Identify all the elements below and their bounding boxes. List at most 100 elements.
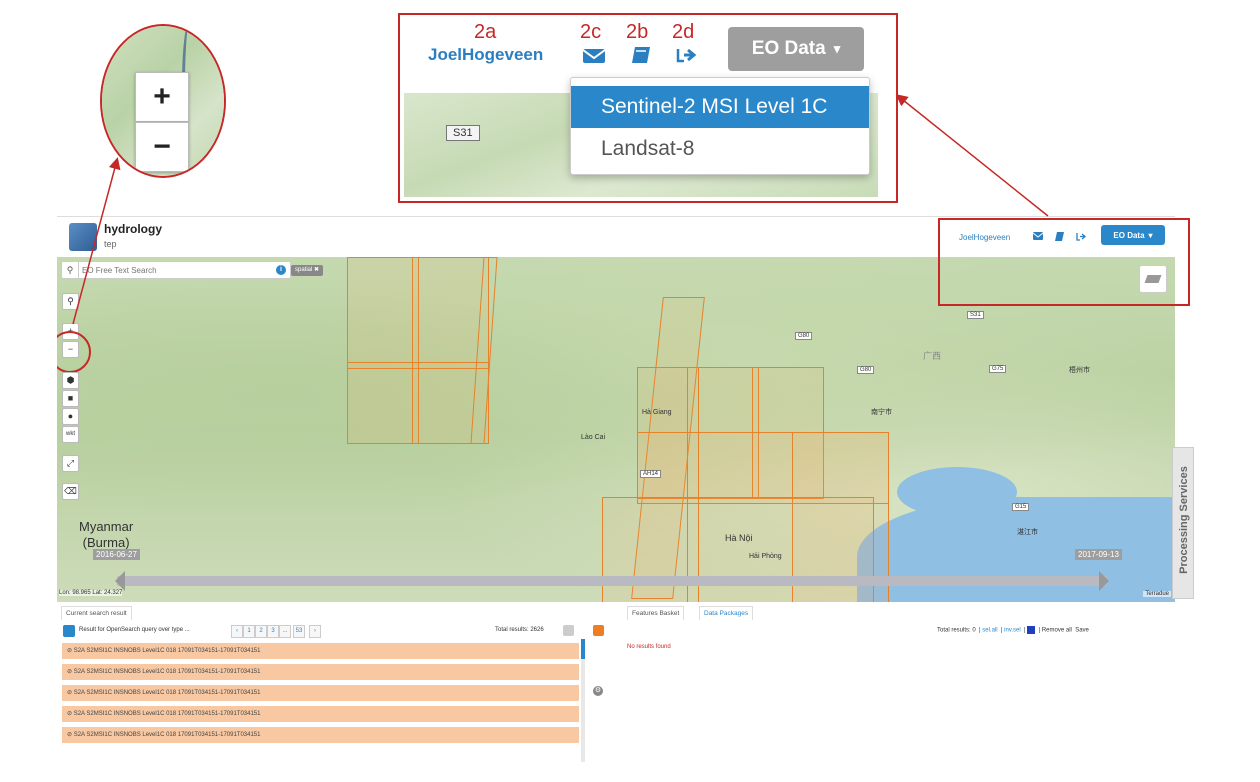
book-icon[interactable] xyxy=(630,45,652,65)
results-scrollbar-thumb[interactable] xyxy=(581,639,585,659)
clear-button[interactable]: ⌫ xyxy=(62,483,79,500)
sea-area xyxy=(897,467,1017,517)
zoom-callout: + − xyxy=(100,24,226,178)
total-results: Total results: 2626 xyxy=(495,627,544,633)
map-place-label: Hải Phòng xyxy=(749,553,782,560)
map-place-label: Hà Nội xyxy=(725,533,753,543)
tab-features-basket[interactable]: Features Basket xyxy=(627,606,685,620)
color-swatch[interactable] xyxy=(1027,626,1036,634)
info-icon[interactable]: i xyxy=(276,265,286,275)
gear-icon[interactable]: ⚙ xyxy=(593,686,603,696)
draw-polygon-button[interactable]: ⬢ xyxy=(62,372,79,389)
time-slider[interactable] xyxy=(117,576,1107,586)
road-sign: G15 xyxy=(1012,503,1030,511)
slider-left-handle[interactable] xyxy=(115,571,125,591)
page-next-button[interactable]: › xyxy=(309,625,321,638)
callout-number-2a: 2a xyxy=(474,21,497,43)
road-sign: G75 xyxy=(989,365,1007,373)
page-button[interactable]: 3 xyxy=(267,625,279,638)
road-sign: G80 xyxy=(795,332,813,340)
footprint-tile xyxy=(687,367,699,602)
road-sign: S31 xyxy=(446,125,480,141)
map-attribution: Terradue xyxy=(1143,591,1171,597)
caret-down-icon: ▾ xyxy=(833,41,841,56)
result-row[interactable]: ⊘ S2A S2MSI1C INSNOBS Level1C 018 17091T… xyxy=(62,685,579,701)
header-callout: S31 2a 2c 2b 2d JoelHogeveen EO Data ▾ S… xyxy=(398,13,898,203)
result-row[interactable]: ⊘ S2A S2MSI1C INSNOBS Level1C 018 17091T… xyxy=(62,643,579,659)
result-row[interactable]: ⊘ S2A S2MSI1C INSNOBS Level1C 018 17091T… xyxy=(62,727,579,743)
menu-item-sentinel-2[interactable]: Sentinel-2 MSI Level 1C xyxy=(571,86,869,128)
page-button[interactable]: 2 xyxy=(255,625,267,638)
list-view-icon[interactable] xyxy=(563,625,574,636)
result-row[interactable]: ⊘ S2A S2MSI1C INSNOBS Level1C 018 17091T… xyxy=(62,706,579,722)
invert-selection-link[interactable]: inv.sel xyxy=(1004,628,1021,634)
tab-current-search-result[interactable]: Current search result xyxy=(61,606,132,620)
map-place-label: Hà Giang xyxy=(642,409,672,416)
callout-eo-data-label: EO Data xyxy=(751,38,826,59)
share-icon[interactable] xyxy=(63,625,75,637)
save-link[interactable]: Save xyxy=(1075,628,1089,634)
spatial-filter-tag[interactable]: spatial ✖ xyxy=(291,265,324,276)
map-country-label: Myanmar (Burma) xyxy=(79,519,133,551)
map-place-label: 梧州市 xyxy=(1069,367,1090,374)
map-place-label: 湛江市 xyxy=(1017,529,1038,536)
search-bar: ⚲ i xyxy=(61,261,291,279)
tab-data-packages[interactable]: Data Packages xyxy=(699,606,754,620)
country-label-line: Myanmar xyxy=(79,519,134,534)
marker-button[interactable]: ● xyxy=(62,408,79,425)
basket-toolbar: Total results: 0 | sel.all | inv.sel | |… xyxy=(937,626,1089,634)
basket-panel: Features Basket Data Packages Total resu… xyxy=(627,606,1175,762)
fullscreen-button[interactable]: ⤢ xyxy=(62,455,79,472)
map-view[interactable]: Hà Giang Lào Cai Hà Nội Hải Phòng 南宁市 梧州… xyxy=(57,257,1175,602)
app-subtitle: tep xyxy=(104,239,117,249)
annotation-zoom-circle xyxy=(57,331,91,373)
sea-area xyxy=(857,497,1175,602)
processing-services-label: Processing Services xyxy=(1178,466,1190,574)
page-button[interactable]: 1 xyxy=(243,625,255,638)
callout-number-2c: 2c xyxy=(580,21,602,43)
map-place-label: 南宁市 xyxy=(871,409,892,416)
map-place-label: Lào Cai xyxy=(581,434,606,441)
callout-zoom-out-button[interactable]: − xyxy=(135,122,189,172)
search-input[interactable] xyxy=(82,264,252,276)
footprint-tile xyxy=(347,362,419,444)
basket-button[interactable] xyxy=(593,625,604,636)
search-results-panel: Current search result Result for OpenSea… xyxy=(57,606,604,762)
callout-username-link[interactable]: JoelHogeveen xyxy=(428,45,543,65)
search-icon[interactable]: ⚲ xyxy=(62,262,79,278)
page-ellipsis: ... xyxy=(279,625,291,638)
mail-icon[interactable] xyxy=(582,47,606,65)
search-area-button[interactable]: ⚲ xyxy=(62,293,79,310)
result-row[interactable]: ⊘ S2A S2MSI1C INSNOBS Level1C 018 17091T… xyxy=(62,664,579,680)
slider-start-date: 2016-06-27 xyxy=(93,549,140,560)
select-all-link[interactable]: sel.all xyxy=(982,628,997,634)
road-sign: G80 xyxy=(857,366,875,374)
road-sign: S31 xyxy=(967,311,984,319)
callout-zoom-in-button[interactable]: + xyxy=(135,72,189,122)
menu-item-landsat-8[interactable]: Landsat-8 xyxy=(571,128,869,170)
page-prev-button[interactable]: ‹ xyxy=(231,625,243,638)
processing-services-tab[interactable]: Processing Services xyxy=(1172,447,1194,599)
app-title: hydrology xyxy=(104,222,163,236)
page-button[interactable]: 53 xyxy=(293,625,305,638)
draw-rectangle-button[interactable]: ■ xyxy=(62,390,79,407)
slider-right-handle[interactable] xyxy=(1099,571,1109,591)
basket-total: Total results: 0 xyxy=(937,627,976,634)
map-place-label: 广西 xyxy=(923,351,942,361)
remove-all-link[interactable]: Remove all xyxy=(1042,628,1072,634)
callout-eo-data-button[interactable]: EO Data ▾ xyxy=(728,27,864,71)
wkt-button[interactable]: wkt xyxy=(62,426,79,443)
annotation-header-box xyxy=(938,218,1190,306)
sign-out-icon[interactable] xyxy=(676,45,698,65)
footprint-tile xyxy=(602,497,874,602)
logo-icon[interactable] xyxy=(69,223,97,251)
callout-number-2d: 2d xyxy=(672,21,695,43)
coordinate-readout: Lon: 98.965 Lat: 24.327 xyxy=(59,590,123,596)
footprint-tile xyxy=(347,257,419,369)
query-description: Result for OpenSearch query over type ..… xyxy=(79,627,190,633)
no-results-message: No results found xyxy=(627,644,671,650)
callout-number-2b: 2b xyxy=(626,21,649,43)
eo-data-dropdown-menu: Sentinel-2 MSI Level 1C Landsat-8 xyxy=(570,77,870,175)
results-toolbar: Result for OpenSearch query over type ..… xyxy=(63,625,604,639)
slider-end-date: 2017-09-13 xyxy=(1075,549,1122,560)
